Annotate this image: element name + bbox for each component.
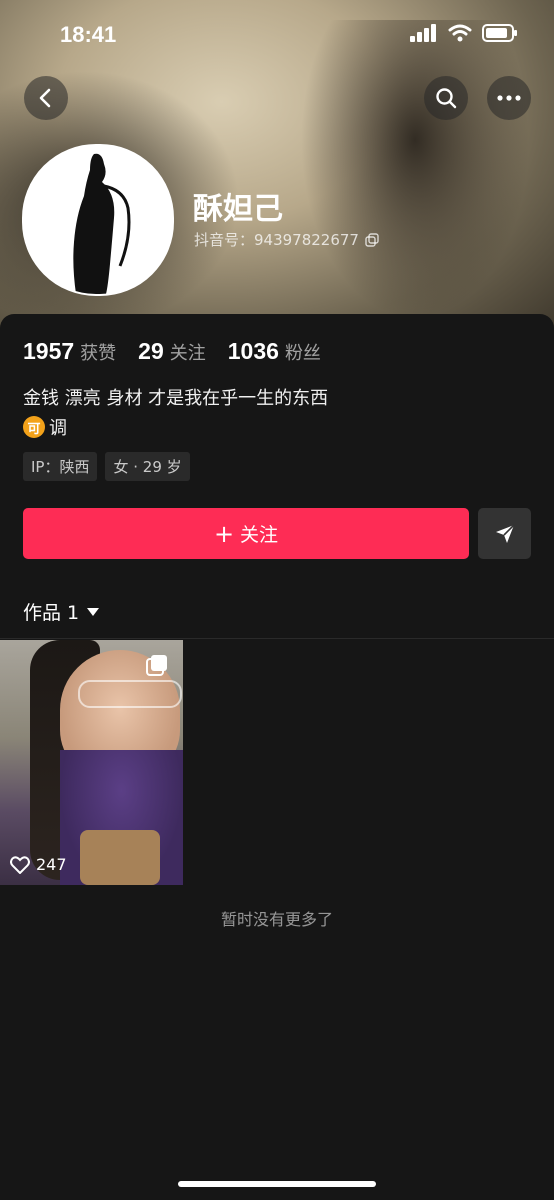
profile-tags: IP：陕西 女 · 29 岁	[23, 452, 190, 481]
stat-following[interactable]: 29 关注	[138, 338, 206, 365]
ke-badge-icon: 可	[23, 416, 45, 438]
signal-icon	[410, 24, 436, 42]
video-likes-count: 247	[36, 855, 67, 874]
wifi-icon	[448, 24, 472, 42]
tag-ip: IP：陕西	[23, 452, 98, 481]
tab-works[interactable]: 作品 1	[23, 598, 100, 625]
stat-following-value: 29	[138, 338, 164, 364]
tab-divider	[0, 638, 554, 639]
video-thumbnail[interactable]: 247	[0, 640, 183, 885]
bio-line-2-text: 调	[49, 418, 67, 439]
thumbnail-bag	[80, 830, 160, 885]
plus-icon: +	[213, 519, 235, 548]
avatar-silhouette-icon	[24, 146, 172, 294]
follow-button[interactable]: + 关注	[23, 508, 469, 559]
status-time: 18:41	[60, 22, 117, 47]
stats-row: 1957 获赞 29 关注 1036 粉丝	[23, 338, 321, 365]
stat-likes-label: 获赞	[80, 343, 117, 364]
stat-followers-value: 1036	[227, 338, 279, 364]
caret-down-icon	[87, 607, 100, 616]
heart-icon	[10, 855, 30, 874]
copy-icon[interactable]	[365, 232, 379, 247]
send-icon	[495, 523, 515, 543]
douyin-id-text: 抖音号：94397822677	[194, 231, 359, 249]
more-button[interactable]	[487, 76, 531, 120]
back-button[interactable]	[24, 76, 68, 120]
multi-image-icon	[146, 655, 167, 676]
stat-likes[interactable]: 1957 获赞	[23, 338, 116, 365]
tab-works-label: 作品 1	[23, 602, 80, 624]
profile-panel: 1957 获赞 29 关注 1036 粉丝 金钱 漂亮 身材 才是我在乎一生的东西 可…	[0, 314, 554, 1200]
search-icon	[436, 88, 457, 109]
douyin-id[interactable]: 抖音号：94397822677	[194, 229, 379, 250]
stat-likes-value: 1957	[23, 338, 75, 364]
stat-followers-label: 粉丝	[284, 343, 321, 364]
stat-followers[interactable]: 1036 粉丝	[228, 338, 321, 365]
follow-label: 关注	[240, 524, 279, 546]
video-likes: 247	[10, 855, 67, 874]
status-icons	[410, 24, 518, 42]
no-more-text: 暂时没有更多了	[220, 910, 333, 929]
search-button[interactable]	[424, 76, 468, 120]
profile-name: 酥妲己	[193, 192, 283, 227]
chevron-left-icon	[39, 88, 51, 108]
bio-line-1: 金钱 漂亮 身材 才是我在乎一生的东西	[23, 388, 329, 409]
battery-icon	[482, 24, 517, 42]
home-indicator[interactable]	[178, 1181, 376, 1187]
status-bar: 18:41	[0, 0, 554, 70]
bio-line-2: 可 调	[23, 414, 67, 440]
thumbnail-glasses	[78, 680, 182, 708]
avatar[interactable]	[22, 144, 174, 296]
share-button[interactable]	[478, 508, 531, 559]
stat-following-label: 关注	[169, 343, 206, 364]
more-icon	[497, 95, 521, 101]
tag-gender-age: 女 · 29 岁	[105, 452, 190, 481]
